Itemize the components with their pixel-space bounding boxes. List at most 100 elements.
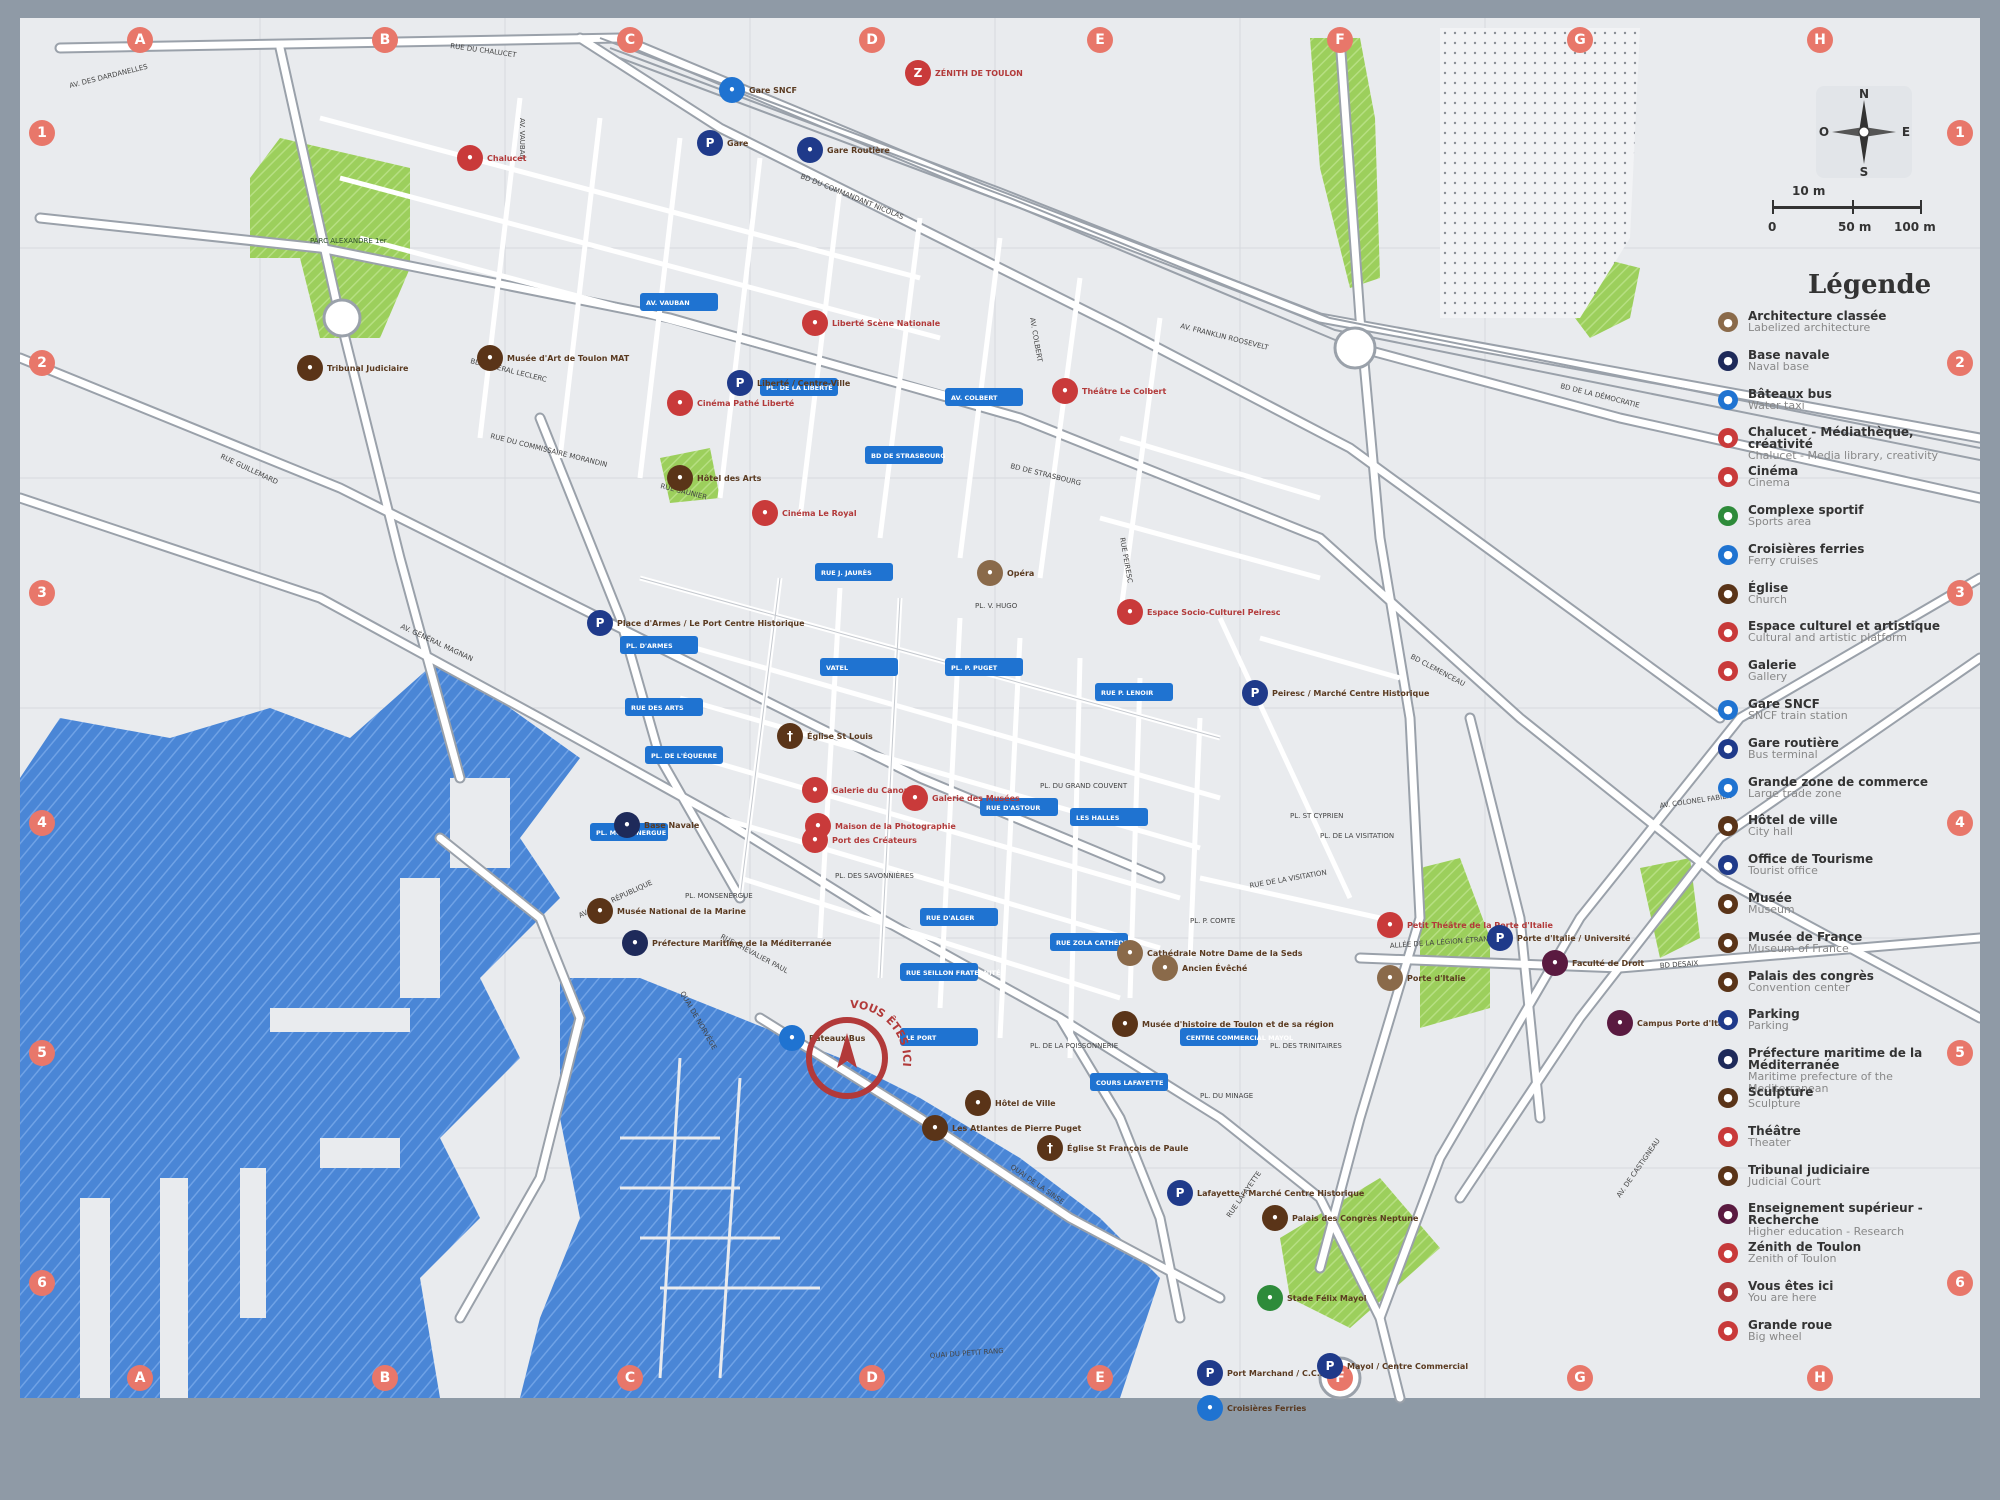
svg-text:•: •	[1386, 971, 1394, 985]
bus-stop-tag[interactable]: AV. VAUBAN	[640, 293, 718, 311]
culture-icon: ●	[1718, 622, 1738, 643]
poi-label: Stade Félix Mayol	[1287, 1293, 1367, 1303]
legend-item-label: Croisières ferries	[1748, 541, 1865, 556]
grid-reference-text: G	[1574, 1370, 1586, 1386]
grid-reference-text: 4	[37, 815, 47, 831]
legend-item: ● Tribunal judiciaire Judicial Court	[1718, 1164, 1950, 1203]
bus-stop-tag[interactable]: VATEL	[820, 658, 898, 676]
boat-icon: ●	[1718, 389, 1738, 410]
bus-stop-tag[interactable]: RUE D'ALGER	[920, 908, 998, 926]
poi-label: Musée d'Art de Toulon MAT	[507, 353, 630, 363]
grid-reference-label: 1	[29, 120, 55, 146]
legend-item-label: Enseignement supérieur - Recherche	[1748, 1201, 1923, 1228]
grid-reference-text: F	[1335, 32, 1345, 48]
svg-text:P: P	[1251, 686, 1260, 700]
svg-text:P: P	[596, 616, 605, 630]
sculpture-icon: ●	[1718, 1087, 1738, 1108]
legend-item-text: Bâteaux bus Water taxi	[1748, 388, 1832, 412]
svg-text:•: •	[811, 833, 819, 847]
legend-item-translation: Zenith of Toulon	[1748, 1252, 1837, 1266]
legend-item-label: Théâtre	[1748, 1123, 1801, 1138]
bus-stop-tag[interactable]: LE PORT	[900, 1028, 978, 1046]
poi-label: ZÉNITH DE TOULON	[935, 67, 1023, 78]
bus-stop-tag[interactable]: COURS LAFAYETTE	[1090, 1073, 1168, 1091]
svg-text:•: •	[1266, 1291, 1274, 1305]
bus-stop-tag[interactable]: PL. D'ARMES	[620, 636, 698, 654]
zenith-icon: ●	[1718, 1243, 1738, 1264]
bus-stop-tag[interactable]: RUE P. LENOIR	[1095, 683, 1173, 701]
shop-icon: ●	[1718, 777, 1738, 798]
legend-item-text: Cinéma Cinema	[1748, 465, 1798, 489]
bus-stop-label: PL. P. PUGET	[951, 664, 998, 672]
grid-reference-text: 6	[1955, 1275, 1965, 1291]
grid-reference-text: D	[866, 1370, 878, 1386]
park-label: PARC ALEXANDRE 1er	[310, 237, 387, 245]
legend-title: Légende	[1808, 270, 1932, 300]
grid-reference-label: E	[1087, 27, 1113, 53]
bus-stop-label: PL. DE L'ÉQUERRE	[651, 751, 717, 760]
legend-item-text: Théâtre Theater	[1748, 1125, 1801, 1149]
legend-item-translation: Bus terminal	[1748, 747, 1818, 761]
grid-reference-label: F	[1327, 27, 1353, 53]
bus-stop-label: BD DE STRASBOURG	[871, 452, 946, 460]
bus-icon: ●	[1718, 738, 1738, 759]
square-label: PL. DE LA POISSONNERIE	[1030, 1042, 1118, 1050]
grid-reference-text: B	[380, 1370, 391, 1386]
legend-item-translation: Cultural and artistic platform	[1748, 631, 1908, 645]
legend-item-text: Palais des congrès Convention center	[1748, 970, 1874, 994]
legend-item-translation: Big wheel	[1748, 1329, 1802, 1343]
bus-stop-tag[interactable]: PL. P. PUGET	[945, 658, 1023, 676]
legend-item-translation: Parking	[1748, 1019, 1789, 1033]
tourism-icon: ●	[1718, 855, 1738, 876]
grid-reference-text: B	[380, 32, 391, 48]
poi-label: Cinéma Le Royal	[782, 508, 857, 518]
poi-label: Porte d'Italie	[1407, 974, 1466, 983]
bus-stop-tag[interactable]: BD DE STRASBOURG	[865, 446, 946, 464]
poi-label: Lafayette / Marché Centre Historique	[1197, 1188, 1365, 1198]
legend-item: ● Vous êtes ici You are here	[1718, 1280, 1950, 1319]
grid-reference-label: A	[127, 1365, 153, 1391]
poi-label: Gare SNCF	[749, 86, 797, 95]
legend-panel: Légende ● Architecture classée Labelized a…	[1718, 270, 1950, 1358]
grid-reference-text: 6	[37, 1275, 47, 1291]
grid-reference-label: 3	[29, 580, 55, 606]
scale-bar	[1772, 206, 1922, 209]
legend-item-label: Chalucet - Médiathèque, créativité	[1748, 425, 1914, 452]
congress-icon: ●	[1718, 971, 1738, 992]
grid-reference-label: 4	[29, 810, 55, 836]
bus-stop-tag[interactable]: PL. DE L'ÉQUERRE	[645, 746, 723, 764]
legend-item-label: Palais des congrès	[1748, 968, 1874, 983]
svg-text:P: P	[706, 136, 715, 150]
legend-item: ● Grande zone de commerce Large trade zone	[1718, 776, 1950, 815]
svg-text:•: •	[631, 936, 639, 950]
poi-label: Église St François de Paule	[1067, 1142, 1189, 1153]
bus-stop-label: COURS LAFAYETTE	[1096, 1079, 1163, 1087]
poi-label: Gare Routière	[827, 145, 890, 155]
square-label: PL. P. COMTE	[1190, 917, 1235, 925]
grid-reference-text: 2	[1955, 355, 1965, 371]
bus-stop-tag[interactable]: LES HALLES	[1070, 808, 1148, 826]
poi-label: Maison de la Photographie	[835, 822, 956, 831]
poi-label: Église St Louis	[807, 730, 873, 741]
big-wheel-icon: ●	[1718, 1320, 1738, 1341]
bus-stop-tag[interactable]: AV. COLBERT	[945, 388, 1023, 406]
legend-item: ● Cinéma Cinema	[1718, 465, 1950, 504]
grid-reference-label: 5	[1947, 1040, 1973, 1066]
bus-stop-label: RUE D'ALGER	[926, 914, 974, 922]
svg-text:P: P	[736, 376, 745, 390]
cross-icon: ●	[1718, 583, 1738, 604]
poi-label: Ancien Évêché	[1182, 962, 1248, 973]
bus-stop-tag[interactable]: RUE J. JAURÈS	[815, 563, 893, 581]
legend-item: ● Gare routière Bus terminal	[1718, 737, 1950, 776]
bus-stop-tag[interactable]: RUE DES ARTS	[625, 698, 703, 716]
legend-item-label: Base navale	[1748, 347, 1830, 362]
svg-text:P: P	[1176, 1186, 1185, 1200]
legend-item: ● Zénith de Toulon Zenith of Toulon	[1718, 1241, 1950, 1280]
svg-text:P: P	[1496, 931, 1505, 945]
svg-text:•: •	[811, 783, 819, 797]
grid-reference-text: 1	[1955, 125, 1965, 141]
legend-item-text: Complexe sportif Sports area	[1748, 504, 1863, 528]
bus-stop-label: PL. D'ARMES	[626, 642, 673, 650]
grid-reference-label: C	[617, 27, 643, 53]
grid-reference-text: 5	[37, 1045, 47, 1061]
